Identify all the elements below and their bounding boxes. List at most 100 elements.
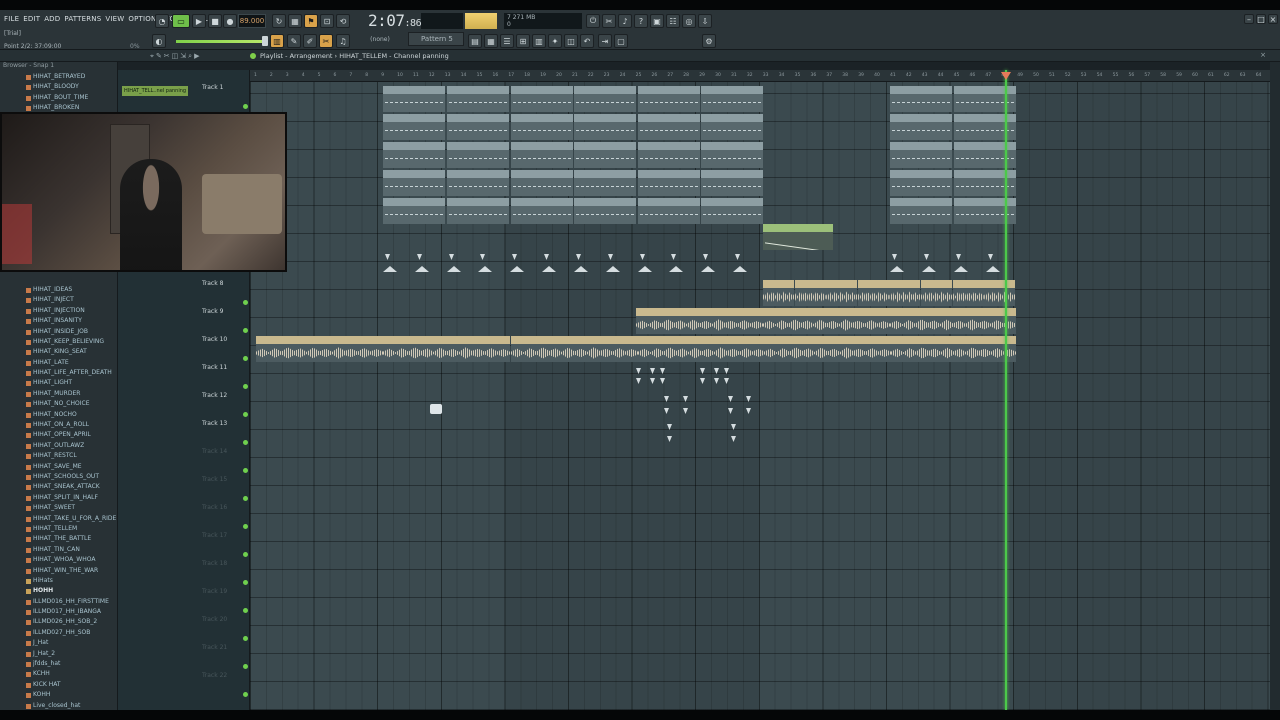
tempo-display[interactable]: 89.000 <box>238 14 266 28</box>
browser-item[interactable]: HIHAT_IDEAS <box>0 285 117 295</box>
menu-add[interactable]: ADD <box>44 15 60 23</box>
song-time[interactable]: 2:07:86 <box>368 11 422 30</box>
browser-item[interactable]: J_Hat_2 <box>0 649 117 659</box>
track-mute-led[interactable] <box>243 440 248 445</box>
play-icon[interactable]: ▶ <box>192 14 206 28</box>
maximize-icon[interactable]: □ <box>1256 14 1266 24</box>
audio-clip[interactable]: boombap 89Cm <box>256 336 383 362</box>
audio-clip[interactable]: boombap 89Cm <box>511 336 638 362</box>
browser-item[interactable]: HIHAT_SPLIT_IN_HALF <box>0 493 117 503</box>
metronome-icon[interactable]: ◔ <box>155 14 169 28</box>
pattern-clip[interactable]: Pattern 3 <box>574 170 636 196</box>
mic-icon[interactable]: ♪ <box>618 14 632 28</box>
track-mute-led[interactable] <box>243 300 248 305</box>
paint-icon[interactable]: ✐ <box>303 34 317 48</box>
browser-item[interactable]: HIHAT_BETRAYED <box>0 72 117 82</box>
pattern-selector[interactable]: Pattern 5 <box>408 32 464 46</box>
browser-item[interactable]: jfdds_hat <box>0 659 117 669</box>
track-mute-led[interactable] <box>243 636 248 641</box>
mute-icon[interactable]: ♫ <box>336 34 350 48</box>
browser-item[interactable]: HIHAT_TIN_CAN <box>0 545 117 555</box>
browser-folder[interactable]: HiHats <box>0 576 117 586</box>
track-label[interactable]: Track 1 <box>202 84 223 91</box>
typing-keyboard-icon[interactable]: ▦ <box>288 14 302 28</box>
pattern-list-item[interactable]: HIHAT_TELL..nel panning <box>122 86 188 96</box>
track-label[interactable]: Track 9 <box>202 308 223 315</box>
pattern-clip[interactable]: Pattern 3 <box>383 170 445 196</box>
audio-clip[interactable]: boombap 89Cm <box>638 336 765 362</box>
close-icon[interactable]: × <box>1268 14 1278 24</box>
power-icon[interactable]: ⏻ <box>586 14 600 28</box>
snap-icon[interactable]: ▥ <box>270 34 284 48</box>
pattern-clip[interactable]: Pattern 1 <box>447 142 509 168</box>
browser-item[interactable]: HIHAT_TAKE_U_FOR_A_RIDE <box>0 514 117 524</box>
track-label[interactable]: Track 8 <box>202 280 223 287</box>
pattern-clip[interactable]: Pattern 1 <box>383 142 445 168</box>
browser-item[interactable]: ILLMD026_HH_SOB_2 <box>0 617 117 627</box>
track-mute-led[interactable] <box>243 608 248 613</box>
download-icon[interactable]: ⇩ <box>698 14 712 28</box>
browser-item[interactable]: HIHAT_INSANITY <box>0 316 117 326</box>
audio-clip[interactable]: boombap 89Cm <box>383 336 510 362</box>
audio-clip[interactable]: HIHAT_LEM <box>826 280 858 306</box>
undo-icon[interactable]: ↶ <box>580 34 594 48</box>
browser-item[interactable]: HIHAT_INJECTION <box>0 306 117 316</box>
pattern-clip[interactable]: Pattern 2 <box>701 114 763 140</box>
track-label[interactable]: Track 13 <box>202 420 227 427</box>
output-icon[interactable]: ⇥ <box>598 34 612 48</box>
menu-patterns[interactable]: PATTERNS <box>64 15 101 23</box>
playlist-close-icon[interactable]: × <box>1260 51 1266 59</box>
track-mute-led[interactable] <box>243 104 248 109</box>
browser-item[interactable]: HIHAT_ON_A_ROLL <box>0 420 117 430</box>
audio-clip[interactable]: boombap 89Cm <box>764 336 891 362</box>
browser-item[interactable]: HIHAT_SCHOOLS_OUT <box>0 472 117 482</box>
track-mute-led[interactable] <box>243 496 248 501</box>
slice-icon[interactable]: ✂ <box>319 34 333 48</box>
audio-clip[interactable]: HIHAT_LEM <box>952 280 984 306</box>
menu-edit[interactable]: EDIT <box>23 15 40 23</box>
browser-item[interactable]: HIHAT_LATE <box>0 358 117 368</box>
browser-item[interactable]: HIHAT_KING_SEAT <box>0 347 117 357</box>
browser-item[interactable]: HIHAT_NO_CHOICE <box>0 399 117 409</box>
touch-icon[interactable]: ▢ <box>614 34 628 48</box>
browser-item[interactable]: HIHAT_BLOODY <box>0 82 117 92</box>
track-mute-led[interactable] <box>243 580 248 585</box>
browser-folder[interactable]: HOHH <box>0 586 117 596</box>
audio-clip[interactable]: boombap 89Cm <box>636 308 763 334</box>
track-mute-led[interactable] <box>243 412 248 417</box>
track-label[interactable]: Track 21 <box>202 644 227 651</box>
pattern-clip[interactable]: Pattern 2 <box>447 114 509 140</box>
pattern-clip[interactable]: Pattern 6 <box>511 198 573 224</box>
track-label[interactable]: Track 15 <box>202 476 227 483</box>
browser-item[interactable]: HIHAT_BOUT_TIME <box>0 93 117 103</box>
mixer-view-icon[interactable]: ▥ <box>532 34 546 48</box>
browser-item[interactable]: Live_closed_hat <box>0 701 117 710</box>
browser-item[interactable]: ILLMD016_HH_FIRSTTIME <box>0 597 117 607</box>
pattern-clip[interactable]: Pattern 3 <box>511 170 573 196</box>
browser-item[interactable]: HIHAT_INJECT <box>0 295 117 305</box>
track-mute-led[interactable] <box>243 384 248 389</box>
browser-item[interactable]: HIHAT_MURDER <box>0 389 117 399</box>
pattern-clip[interactable]: Pattern 2 <box>638 114 700 140</box>
browser-item[interactable]: HIHAT_THE_BATTLE <box>0 534 117 544</box>
track-label[interactable]: Track 17 <box>202 532 227 539</box>
audio-clip[interactable]: boombap 89Cm (consolidated) <box>763 308 890 334</box>
playlist-tools[interactable]: ⌖✎✂◫⇲⌕▶ <box>150 52 201 61</box>
track-mute-led[interactable] <box>243 524 248 529</box>
pattern-clip[interactable]: Pattern 2 <box>890 114 952 140</box>
browser-item[interactable]: KICK HAT <box>0 680 117 690</box>
pattern-clip[interactable]: Pattern 3 <box>890 170 952 196</box>
track-mute-led[interactable] <box>243 328 248 333</box>
browser-item[interactable]: HIHAT_KEEP_BELIEVING <box>0 337 117 347</box>
pattern-clip[interactable]: Pattern 5 <box>638 86 700 112</box>
pattern-clip[interactable]: Pattern 6 <box>701 198 763 224</box>
track-label[interactable]: Track 18 <box>202 560 227 567</box>
timeline-ruler[interactable]: 1 2 3 4 5 6 7 8 9 10 11 12 13 14 15 16 17 18 19 20 21 22 23 24 2… <box>250 70 1270 82</box>
step-icon[interactable]: ↻ <box>272 14 286 28</box>
note-block[interactable] <box>430 404 442 414</box>
browser-item[interactable]: ILLMD027_HH_SOB <box>0 628 117 638</box>
track-mute-led[interactable] <box>243 664 248 669</box>
track-mute-led[interactable] <box>243 692 248 697</box>
browser-item[interactable]: HIHAT_OUTLAWZ <box>0 441 117 451</box>
wait-input-icon[interactable]: ⚑ <box>304 14 318 28</box>
